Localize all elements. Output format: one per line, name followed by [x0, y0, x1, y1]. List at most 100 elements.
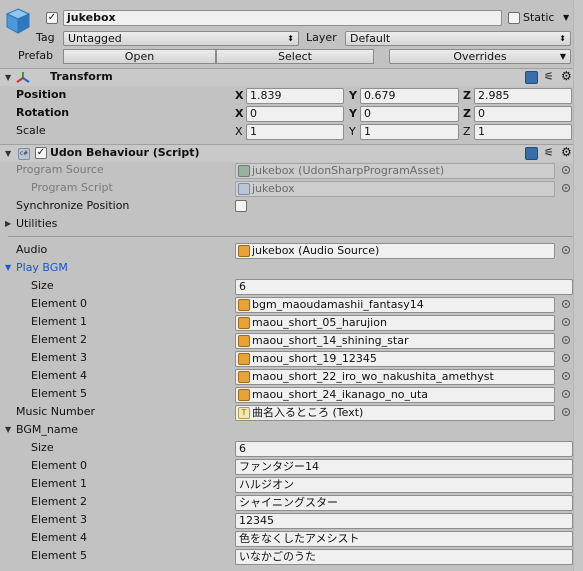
scale-z-axis-label[interactable]: Z	[463, 124, 471, 140]
foldout-expanded-icon[interactable]: ▼	[5, 145, 11, 163]
object-picker-icon[interactable]	[562, 336, 570, 344]
bgm-name-element-field[interactable]: 色をなくしたアメシスト	[235, 531, 573, 547]
transform-title: Transform	[50, 70, 113, 83]
rotation-z-field[interactable]: 0	[474, 106, 572, 122]
audio-clip-icon	[238, 389, 250, 401]
foldout-expanded-icon[interactable]: ▼	[5, 259, 11, 277]
help-book-icon[interactable]	[525, 71, 538, 84]
utilities-foldout[interactable]: Utilities	[16, 215, 57, 233]
updown-arrow-icon: ⬍	[287, 34, 294, 43]
foldout-expanded-icon[interactable]: ▼	[5, 69, 11, 87]
play-bgm-element-field[interactable]: maou_short_05_harujion	[235, 315, 555, 331]
audio-clip-icon	[238, 299, 250, 311]
prefab-label: Prefab	[18, 49, 54, 62]
object-picker-icon[interactable]	[562, 246, 570, 254]
position-x-axis-label[interactable]: X	[235, 88, 243, 104]
gameobject-name-field[interactable]: jukebox	[63, 10, 502, 26]
object-picker-icon[interactable]	[562, 318, 570, 326]
object-picker-icon	[562, 184, 570, 192]
play-bgm-element-label: Element 3	[31, 351, 88, 364]
rotation-x-field[interactable]: 0	[246, 106, 344, 122]
position-y-axis-label[interactable]: Y	[349, 88, 357, 104]
audio-value: jukebox (Audio Source)	[252, 244, 380, 257]
play-bgm-element-field[interactable]: maou_short_22_iro_wo_nakushita_amethyst	[235, 369, 555, 385]
scale-x-field[interactable]: 1	[246, 124, 344, 140]
play-bgm-element-field[interactable]: bgm_maoudamashii_fantasy14	[235, 297, 555, 313]
static-label: Static	[523, 11, 555, 24]
gameobject-cube-icon	[5, 8, 31, 34]
play-bgm-element-field[interactable]: maou_short_19_12345	[235, 351, 555, 367]
bgm-name-element-field[interactable]: いなかごのうた	[235, 549, 573, 565]
inspector-scrollbar[interactable]	[573, 0, 583, 571]
audio-clip-icon	[238, 353, 250, 365]
position-z-field[interactable]: 2.985	[474, 88, 572, 104]
play-bgm-element-field[interactable]: maou_short_24_ikanago_no_uta	[235, 387, 555, 403]
csharp-script-icon	[238, 183, 250, 195]
presets-sliders-icon[interactable]: ⚟	[544, 147, 557, 160]
scale-x-axis-label[interactable]: X	[235, 124, 243, 140]
rotation-label: Rotation	[16, 106, 70, 119]
static-checkbox[interactable]	[508, 12, 520, 24]
udon-behaviour-title: Udon Behaviour (Script)	[50, 146, 200, 159]
bgm-name-element-field[interactable]: 12345	[235, 513, 573, 529]
play-bgm-element-label: Element 5	[31, 387, 88, 400]
bgm-name-size-field[interactable]: 6	[235, 441, 573, 457]
play-bgm-element-value: maou_short_19_12345	[252, 352, 377, 365]
program-source-label: Program Source	[16, 163, 104, 176]
position-z-axis-label[interactable]: Z	[463, 88, 471, 104]
audio-clip-icon	[238, 335, 250, 347]
bgm-name-size-label: Size	[31, 441, 54, 454]
static-dropdown-arrow-icon[interactable]: ▼	[563, 13, 569, 22]
object-picker-icon[interactable]	[562, 408, 570, 416]
play-bgm-element-label: Element 1	[31, 315, 88, 328]
rotation-y-axis-label[interactable]: Y	[349, 106, 357, 122]
position-label: Position	[16, 88, 67, 101]
scale-z-field[interactable]: 1	[474, 124, 572, 140]
play-bgm-foldout[interactable]: Play BGM	[16, 259, 68, 277]
tag-label: Tag	[36, 31, 55, 44]
music-number-field[interactable]: 曲名入るところ (Text)	[235, 405, 555, 421]
rotation-z-axis-label[interactable]: Z	[463, 106, 471, 122]
position-x-field[interactable]: 1.839	[246, 88, 344, 104]
gameobject-active-checkbox[interactable]: ✓	[46, 12, 58, 24]
bgm-name-element-label: Element 2	[31, 495, 88, 508]
foldout-collapsed-icon[interactable]: ▶	[5, 215, 11, 233]
text-component-icon: T	[238, 407, 250, 419]
udon-enabled-checkbox[interactable]: ✓	[35, 147, 47, 159]
play-bgm-element-label: Element 0	[31, 297, 88, 310]
prefab-open-button[interactable]: Open	[63, 49, 216, 64]
play-bgm-size-field[interactable]: 6	[235, 279, 573, 295]
play-bgm-element-field[interactable]: maou_short_14_shining_star	[235, 333, 555, 349]
layer-value: Default	[350, 32, 391, 45]
tag-dropdown[interactable]: Untagged ⬍	[63, 31, 299, 46]
position-y-field[interactable]: 0.679	[360, 88, 459, 104]
bgm-name-element-label: Element 4	[31, 531, 88, 544]
play-bgm-element-value: maou_short_14_shining_star	[252, 334, 409, 347]
help-book-icon[interactable]	[525, 147, 538, 160]
rotation-x-axis-label[interactable]: X	[235, 106, 243, 122]
prefab-select-button[interactable]: Select	[216, 49, 374, 64]
audio-field[interactable]: jukebox (Audio Source)	[235, 243, 555, 259]
sync-position-checkbox[interactable]	[235, 200, 247, 212]
layer-dropdown[interactable]: Default ⬍	[345, 31, 571, 46]
bgm-name-foldout[interactable]: BGM_name	[16, 421, 78, 439]
rotation-y-field[interactable]: 0	[360, 106, 459, 122]
play-bgm-element-value: bgm_maoudamashii_fantasy14	[252, 298, 424, 311]
dropdown-arrow-icon: ▼	[559, 52, 566, 61]
bgm-name-element-field[interactable]: ファンタジー14	[235, 459, 573, 475]
audio-clip-icon	[238, 317, 250, 329]
bgm-name-element-field[interactable]: シャイニングスター	[235, 495, 573, 511]
object-picker-icon[interactable]	[562, 300, 570, 308]
object-picker-icon[interactable]	[562, 372, 570, 380]
prefab-overrides-dropdown[interactable]: Overrides ▼	[389, 49, 571, 64]
scale-y-axis-label[interactable]: Y	[349, 124, 356, 140]
scale-y-field[interactable]: 1	[360, 124, 459, 140]
program-script-label: Program Script	[31, 181, 113, 194]
presets-sliders-icon[interactable]: ⚟	[544, 71, 557, 84]
music-number-label: Music Number	[16, 405, 95, 418]
object-picker-icon[interactable]	[562, 354, 570, 362]
foldout-expanded-icon[interactable]: ▼	[5, 421, 11, 439]
program-asset-icon	[238, 165, 250, 177]
object-picker-icon[interactable]	[562, 390, 570, 398]
bgm-name-element-field[interactable]: ハルジオン	[235, 477, 573, 493]
